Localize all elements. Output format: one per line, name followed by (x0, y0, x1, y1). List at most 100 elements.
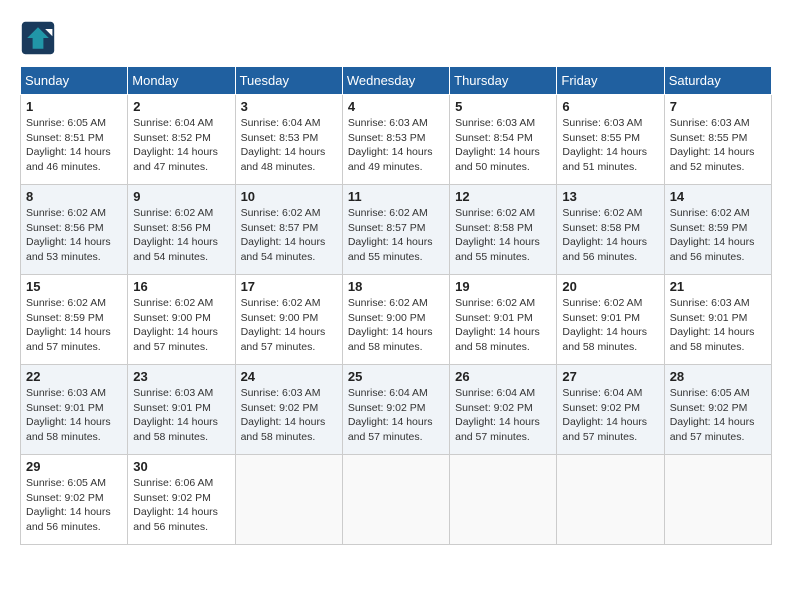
daylight-text: Daylight: 14 hours and 54 minutes. (133, 235, 229, 264)
sunrise-text: Sunrise: 6:03 AM (670, 296, 766, 311)
calendar-day-cell (664, 455, 771, 545)
calendar-day-cell: 10 Sunrise: 6:02 AM Sunset: 8:57 PM Dayl… (235, 185, 342, 275)
sunset-text: Sunset: 8:52 PM (133, 131, 229, 146)
daylight-text: Daylight: 14 hours and 47 minutes. (133, 145, 229, 174)
day-number: 29 (26, 459, 122, 474)
sunrise-text: Sunrise: 6:02 AM (348, 206, 444, 221)
day-info: Sunrise: 6:03 AM Sunset: 9:02 PM Dayligh… (241, 386, 337, 445)
sunset-text: Sunset: 9:02 PM (348, 401, 444, 416)
sunrise-text: Sunrise: 6:03 AM (670, 116, 766, 131)
calendar-day-cell: 29 Sunrise: 6:05 AM Sunset: 9:02 PM Dayl… (21, 455, 128, 545)
daylight-text: Daylight: 14 hours and 58 minutes. (26, 415, 122, 444)
sunrise-text: Sunrise: 6:02 AM (455, 206, 551, 221)
sunset-text: Sunset: 8:51 PM (26, 131, 122, 146)
day-number: 14 (670, 189, 766, 204)
calendar-day-cell: 4 Sunrise: 6:03 AM Sunset: 8:53 PM Dayli… (342, 95, 449, 185)
sunset-text: Sunset: 9:02 PM (670, 401, 766, 416)
calendar-day-cell: 25 Sunrise: 6:04 AM Sunset: 9:02 PM Dayl… (342, 365, 449, 455)
sunrise-text: Sunrise: 6:05 AM (26, 476, 122, 491)
daylight-text: Daylight: 14 hours and 58 minutes. (455, 325, 551, 354)
sunrise-text: Sunrise: 6:03 AM (241, 386, 337, 401)
sunset-text: Sunset: 8:59 PM (26, 311, 122, 326)
sunset-text: Sunset: 9:02 PM (562, 401, 658, 416)
sunset-text: Sunset: 9:01 PM (26, 401, 122, 416)
sunset-text: Sunset: 8:56 PM (26, 221, 122, 236)
day-info: Sunrise: 6:03 AM Sunset: 8:55 PM Dayligh… (670, 116, 766, 175)
calendar-day-cell: 5 Sunrise: 6:03 AM Sunset: 8:54 PM Dayli… (450, 95, 557, 185)
day-number: 6 (562, 99, 658, 114)
calendar-day-cell: 11 Sunrise: 6:02 AM Sunset: 8:57 PM Dayl… (342, 185, 449, 275)
sunrise-text: Sunrise: 6:02 AM (26, 296, 122, 311)
sunrise-text: Sunrise: 6:03 AM (26, 386, 122, 401)
calendar-day-cell: 21 Sunrise: 6:03 AM Sunset: 9:01 PM Dayl… (664, 275, 771, 365)
day-info: Sunrise: 6:04 AM Sunset: 9:02 PM Dayligh… (348, 386, 444, 445)
sunrise-text: Sunrise: 6:02 AM (348, 296, 444, 311)
day-info: Sunrise: 6:03 AM Sunset: 9:01 PM Dayligh… (133, 386, 229, 445)
daylight-text: Daylight: 14 hours and 57 minutes. (241, 325, 337, 354)
day-number: 28 (670, 369, 766, 384)
calendar-week-row: 8 Sunrise: 6:02 AM Sunset: 8:56 PM Dayli… (21, 185, 772, 275)
sunset-text: Sunset: 9:01 PM (455, 311, 551, 326)
daylight-text: Daylight: 14 hours and 57 minutes. (26, 325, 122, 354)
daylight-text: Daylight: 14 hours and 56 minutes. (670, 235, 766, 264)
calendar-day-cell: 9 Sunrise: 6:02 AM Sunset: 8:56 PM Dayli… (128, 185, 235, 275)
daylight-text: Daylight: 14 hours and 56 minutes. (26, 505, 122, 534)
calendar-day-cell: 15 Sunrise: 6:02 AM Sunset: 8:59 PM Dayl… (21, 275, 128, 365)
calendar-day-cell: 23 Sunrise: 6:03 AM Sunset: 9:01 PM Dayl… (128, 365, 235, 455)
sunrise-text: Sunrise: 6:03 AM (133, 386, 229, 401)
day-number: 3 (241, 99, 337, 114)
day-info: Sunrise: 6:02 AM Sunset: 8:59 PM Dayligh… (670, 206, 766, 265)
calendar-day-cell: 6 Sunrise: 6:03 AM Sunset: 8:55 PM Dayli… (557, 95, 664, 185)
day-number: 19 (455, 279, 551, 294)
weekday-header-row: SundayMondayTuesdayWednesdayThursdayFrid… (21, 67, 772, 95)
sunrise-text: Sunrise: 6:02 AM (562, 206, 658, 221)
sunrise-text: Sunrise: 6:04 AM (348, 386, 444, 401)
daylight-text: Daylight: 14 hours and 46 minutes. (26, 145, 122, 174)
calendar-day-cell: 28 Sunrise: 6:05 AM Sunset: 9:02 PM Dayl… (664, 365, 771, 455)
day-number: 22 (26, 369, 122, 384)
weekday-header-cell: Monday (128, 67, 235, 95)
day-number: 8 (26, 189, 122, 204)
calendar-day-cell: 3 Sunrise: 6:04 AM Sunset: 8:53 PM Dayli… (235, 95, 342, 185)
page-header (20, 20, 772, 56)
day-info: Sunrise: 6:05 AM Sunset: 9:02 PM Dayligh… (670, 386, 766, 445)
sunrise-text: Sunrise: 6:04 AM (241, 116, 337, 131)
daylight-text: Daylight: 14 hours and 51 minutes. (562, 145, 658, 174)
day-number: 2 (133, 99, 229, 114)
weekday-header-cell: Thursday (450, 67, 557, 95)
sunrise-text: Sunrise: 6:06 AM (133, 476, 229, 491)
calendar-body: 1 Sunrise: 6:05 AM Sunset: 8:51 PM Dayli… (21, 95, 772, 545)
calendar-week-row: 15 Sunrise: 6:02 AM Sunset: 8:59 PM Dayl… (21, 275, 772, 365)
sunrise-text: Sunrise: 6:02 AM (133, 296, 229, 311)
calendar-week-row: 22 Sunrise: 6:03 AM Sunset: 9:01 PM Dayl… (21, 365, 772, 455)
calendar-day-cell: 22 Sunrise: 6:03 AM Sunset: 9:01 PM Dayl… (21, 365, 128, 455)
day-number: 30 (133, 459, 229, 474)
day-info: Sunrise: 6:02 AM Sunset: 8:57 PM Dayligh… (241, 206, 337, 265)
calendar-day-cell: 8 Sunrise: 6:02 AM Sunset: 8:56 PM Dayli… (21, 185, 128, 275)
calendar-week-row: 29 Sunrise: 6:05 AM Sunset: 9:02 PM Dayl… (21, 455, 772, 545)
day-info: Sunrise: 6:02 AM Sunset: 8:58 PM Dayligh… (455, 206, 551, 265)
daylight-text: Daylight: 14 hours and 50 minutes. (455, 145, 551, 174)
sunset-text: Sunset: 9:01 PM (562, 311, 658, 326)
sunrise-text: Sunrise: 6:05 AM (670, 386, 766, 401)
weekday-header-cell: Friday (557, 67, 664, 95)
day-number: 25 (348, 369, 444, 384)
day-number: 5 (455, 99, 551, 114)
calendar-day-cell (450, 455, 557, 545)
day-number: 24 (241, 369, 337, 384)
weekday-header-cell: Tuesday (235, 67, 342, 95)
calendar-day-cell: 2 Sunrise: 6:04 AM Sunset: 8:52 PM Dayli… (128, 95, 235, 185)
calendar-week-row: 1 Sunrise: 6:05 AM Sunset: 8:51 PM Dayli… (21, 95, 772, 185)
sunset-text: Sunset: 9:00 PM (133, 311, 229, 326)
day-info: Sunrise: 6:04 AM Sunset: 9:02 PM Dayligh… (455, 386, 551, 445)
day-number: 7 (670, 99, 766, 114)
sunset-text: Sunset: 8:55 PM (562, 131, 658, 146)
sunrise-text: Sunrise: 6:03 AM (562, 116, 658, 131)
calendar-day-cell: 1 Sunrise: 6:05 AM Sunset: 8:51 PM Dayli… (21, 95, 128, 185)
sunrise-text: Sunrise: 6:02 AM (241, 296, 337, 311)
day-info: Sunrise: 6:03 AM Sunset: 9:01 PM Dayligh… (670, 296, 766, 355)
daylight-text: Daylight: 14 hours and 49 minutes. (348, 145, 444, 174)
daylight-text: Daylight: 14 hours and 55 minutes. (348, 235, 444, 264)
calendar-day-cell (557, 455, 664, 545)
calendar-day-cell: 13 Sunrise: 6:02 AM Sunset: 8:58 PM Dayl… (557, 185, 664, 275)
